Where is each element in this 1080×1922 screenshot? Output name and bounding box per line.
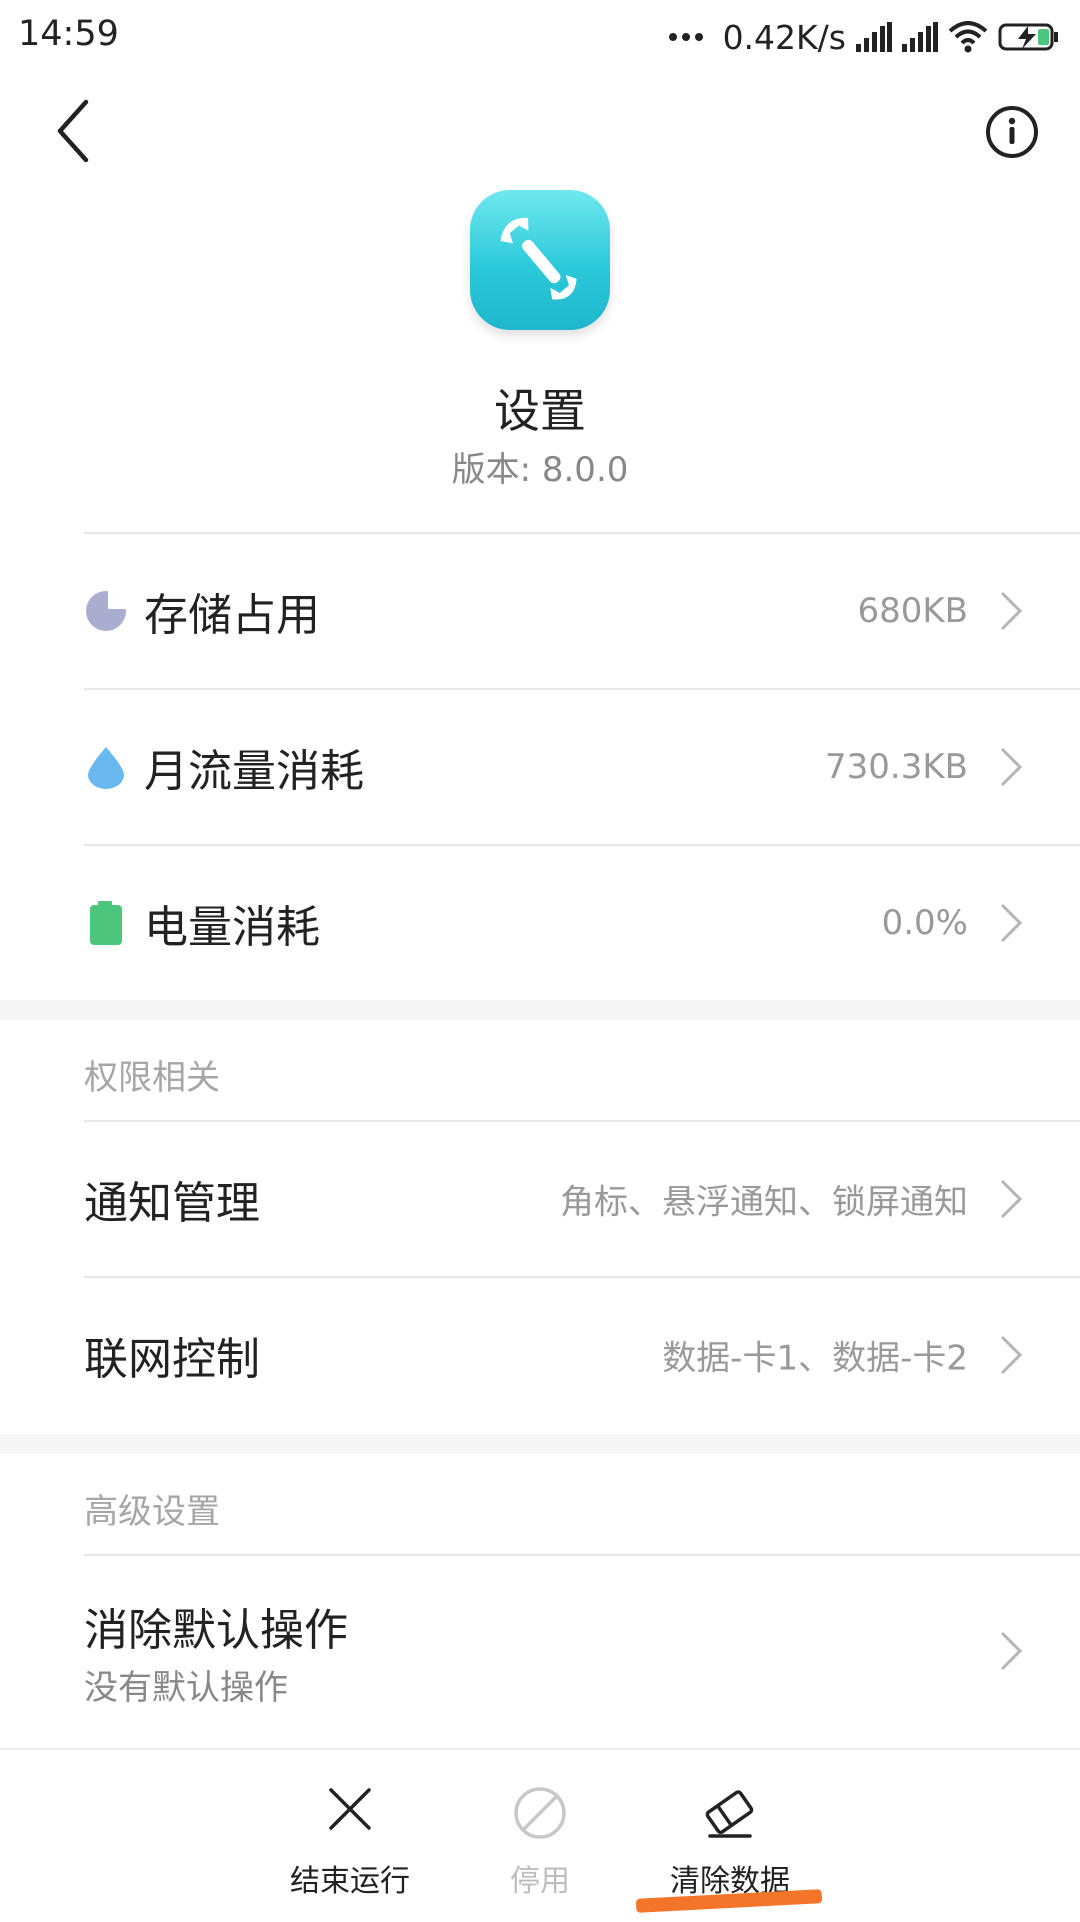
app-version: 版本: 8.0.0 [451,450,629,490]
row-value: 角标、悬浮通知、锁屏通知 [560,1182,968,1223]
storage-usage-row[interactable]: 存储占用 680KB [0,534,1080,688]
force-stop-label: 结束运行 [290,1864,410,1899]
back-button[interactable] [48,96,100,166]
row-value: 数据-卡1、数据-卡2 [662,1338,968,1379]
data-usage-row[interactable]: 月流量消耗 730.3KB [0,690,1080,844]
battery-usage-row[interactable]: 电量消耗 0.0% [0,846,1080,1000]
section-gap [0,1434,1080,1454]
info-button[interactable] [984,104,1040,160]
notification-management-row[interactable]: 通知管理 角标、悬浮通知、锁屏通知 [0,1122,1080,1276]
row-value: 680KB [857,591,968,631]
more-dots-icon [668,33,703,41]
row-value: 730.3KB [825,747,968,787]
section-title-permissions: 权限相关 [84,1058,220,1098]
water-drop-icon [88,747,124,789]
row-sublabel: 没有默认操作 [84,1668,288,1708]
row-value: 0.0% [881,903,968,943]
section-title-advanced: 高级设置 [84,1492,220,1532]
battery-icon [90,901,122,945]
row-label: 通知管理 [84,1178,260,1229]
row-label: 消除默认操作 [84,1605,348,1656]
disable-button[interactable]: 停用 [450,1750,630,1922]
row-label: 月流量消耗 [144,746,364,797]
chevron-right-icon [1000,1335,1023,1375]
pie-chart-icon [86,591,126,631]
chevron-right-icon [1000,747,1023,787]
wrench-icon [500,217,577,300]
close-icon [329,1788,371,1830]
chevron-right-icon [1000,903,1023,943]
row-label: 存储占用 [144,590,320,641]
row-label: 联网控制 [84,1334,260,1385]
wifi-icon [948,21,988,53]
eraser-icon [705,1790,754,1838]
status-bar-right: 0.42K/s [668,14,1060,60]
signal-icon [856,22,892,52]
network-speed: 0.42K/s [722,17,846,57]
chevron-right-icon [1000,591,1023,631]
clear-defaults-row[interactable]: 消除默认操作 没有默认操作 [0,1556,1080,1746]
network-control-row[interactable]: 联网控制 数据-卡1、数据-卡2 [0,1278,1080,1432]
chevron-right-icon [1000,1179,1023,1219]
app-name: 设置 [494,384,586,438]
disable-icon [514,1787,566,1839]
force-stop-button[interactable]: 结束运行 [260,1750,440,1922]
bottom-action-bar: 结束运行 停用 清除数据 [0,1748,1080,1922]
signal-icon [902,22,938,52]
chevron-right-icon [1000,1631,1023,1671]
section-gap [0,1000,1080,1020]
row-label: 电量消耗 [144,902,320,953]
disable-label: 停用 [510,1864,570,1899]
status-time: 14:59 [18,14,119,54]
battery-charging-icon [998,23,1058,51]
app-icon [470,190,610,330]
